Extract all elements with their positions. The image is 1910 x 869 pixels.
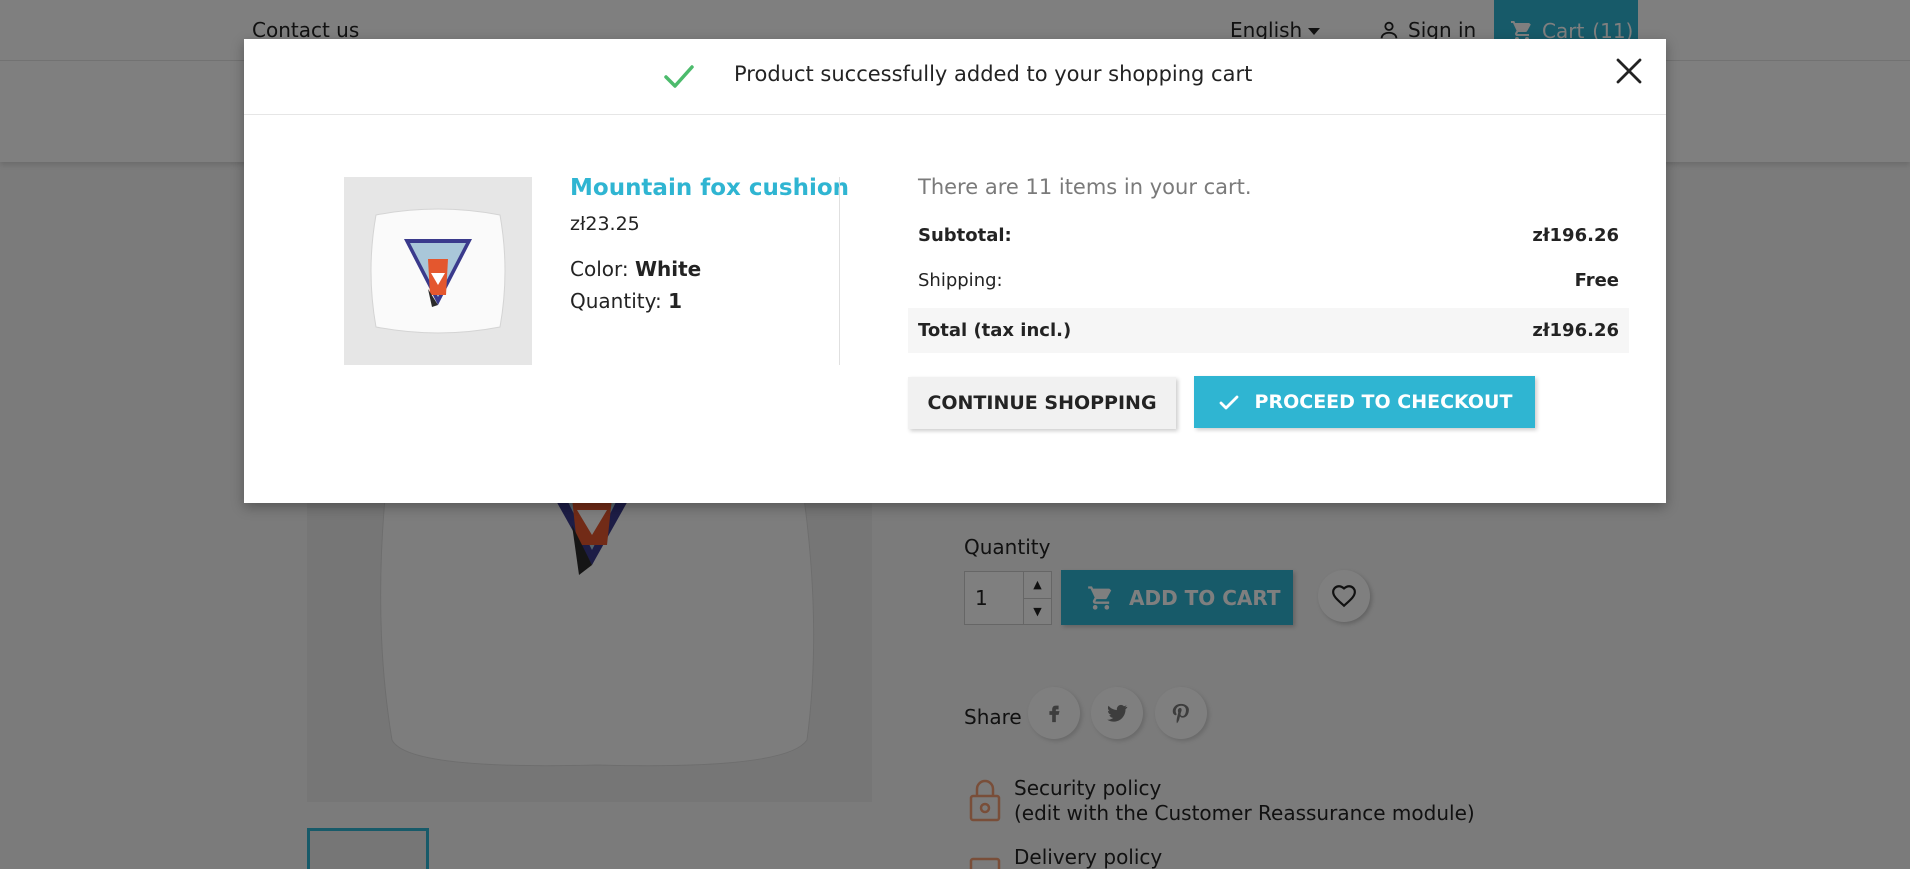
continue-shopping-button[interactable]: CONTINUE SHOPPING — [908, 377, 1176, 429]
divider — [839, 177, 840, 365]
total-row: Total (tax incl.) zł196.26 — [908, 308, 1629, 353]
product-color: Color: White — [570, 257, 701, 281]
check-icon — [1219, 395, 1238, 410]
cart-confirmation-modal: Product successfully added to your shopp… — [244, 39, 1666, 503]
subtotal-label: Subtotal: — [918, 224, 1012, 246]
shipping-value: Free — [1574, 269, 1619, 291]
product-name[interactable]: Mountain fox cushion — [570, 175, 849, 201]
shipping-label: Shipping: — [918, 269, 1003, 291]
color-value: White — [634, 257, 702, 281]
proceed-to-checkout-button[interactable]: PROCEED TO CHECKOUT — [1194, 376, 1535, 428]
color-label: Color: — [570, 257, 629, 281]
total-label: Total (tax incl.) — [918, 320, 1072, 341]
subtotal-row: Subtotal: zł196.26 — [908, 214, 1629, 256]
product-quantity: Quantity: 1 — [570, 289, 682, 313]
quantity-label: Quantity: — [570, 289, 662, 313]
shipping-row: Shipping: Free — [908, 259, 1629, 301]
modal-header: Product successfully added to your shopp… — [244, 39, 1666, 115]
proceed-to-checkout-label: PROCEED TO CHECKOUT — [1254, 391, 1513, 413]
check-icon — [664, 65, 694, 88]
subtotal-value: zł196.26 — [1532, 224, 1619, 246]
quantity-value: 1 — [668, 289, 682, 313]
close-icon[interactable] — [1614, 56, 1644, 86]
product-image — [344, 177, 532, 365]
modal-title: Product successfully added to your shopp… — [734, 62, 1253, 86]
cart-items-count-text: There are 11 items in your cart. — [918, 175, 1252, 199]
cushion-thumbnail — [370, 208, 506, 334]
product-price: zł23.25 — [570, 213, 640, 235]
total-value: zł196.26 — [1532, 320, 1619, 341]
